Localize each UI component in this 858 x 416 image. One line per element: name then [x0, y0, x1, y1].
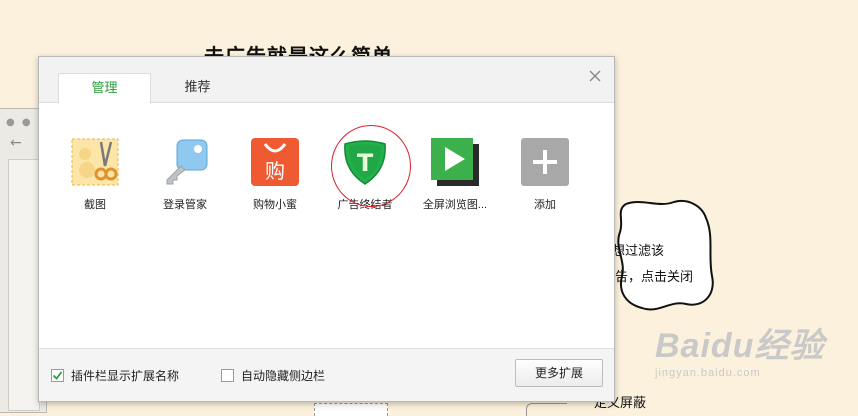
plus-icon [521, 138, 569, 186]
extension-fullscreen-viewer[interactable]: 全屏浏览图... [412, 133, 498, 212]
svg-text:T: T [357, 149, 374, 177]
extension-add[interactable]: 添加 [502, 133, 588, 212]
tab-recommend[interactable]: 推荐 [151, 73, 244, 103]
shield-icon: T [341, 138, 389, 186]
extension-manager-dialog: 管理 推荐 截图 登录管家 购 购物小蜜 T 广告终结者 全屏浏览图... 添加… [38, 56, 615, 402]
show-extension-names-checkbox[interactable]: 插件栏显示扩展名称 [51, 367, 179, 383]
play-icon [431, 138, 479, 186]
svg-text:购: 购 [265, 159, 285, 183]
checkbox-checked-icon [51, 368, 64, 382]
checkbox-unchecked-icon [221, 368, 234, 382]
bubble-line-1: 想过滤该 [612, 244, 665, 259]
auto-hide-sidebar-checkbox[interactable]: 自动隐藏侧边栏 [221, 367, 325, 383]
window-controls-icon: ● ● [6, 117, 33, 128]
key-icon [161, 138, 209, 186]
extension-shopping[interactable]: 购 购物小蜜 [232, 133, 318, 212]
close-icon[interactable] [588, 69, 602, 83]
back-arrow-icon: ← [10, 135, 22, 151]
extension-ad-terminator[interactable]: T 广告终结者 [322, 133, 408, 212]
more-extensions-button[interactable]: 更多扩展 [515, 359, 603, 387]
tab-bar: 管理 推荐 [39, 57, 614, 104]
tab-manage[interactable]: 管理 [58, 73, 151, 104]
shopping-bag-icon: 购 [251, 138, 299, 186]
extension-screenshot[interactable]: 截图 [52, 133, 138, 212]
dialog-footer: 插件栏显示扩展名称 自动隐藏侧边栏 更多扩展 [39, 348, 614, 401]
bubble-line-2: 告，点击关闭 [615, 270, 694, 285]
baidu-jingyan-watermark: Baidu经验 jingyan.baidu.com [655, 327, 825, 379]
screenshot-icon [71, 138, 119, 186]
extension-login-manager[interactable]: 登录管家 [142, 133, 228, 212]
